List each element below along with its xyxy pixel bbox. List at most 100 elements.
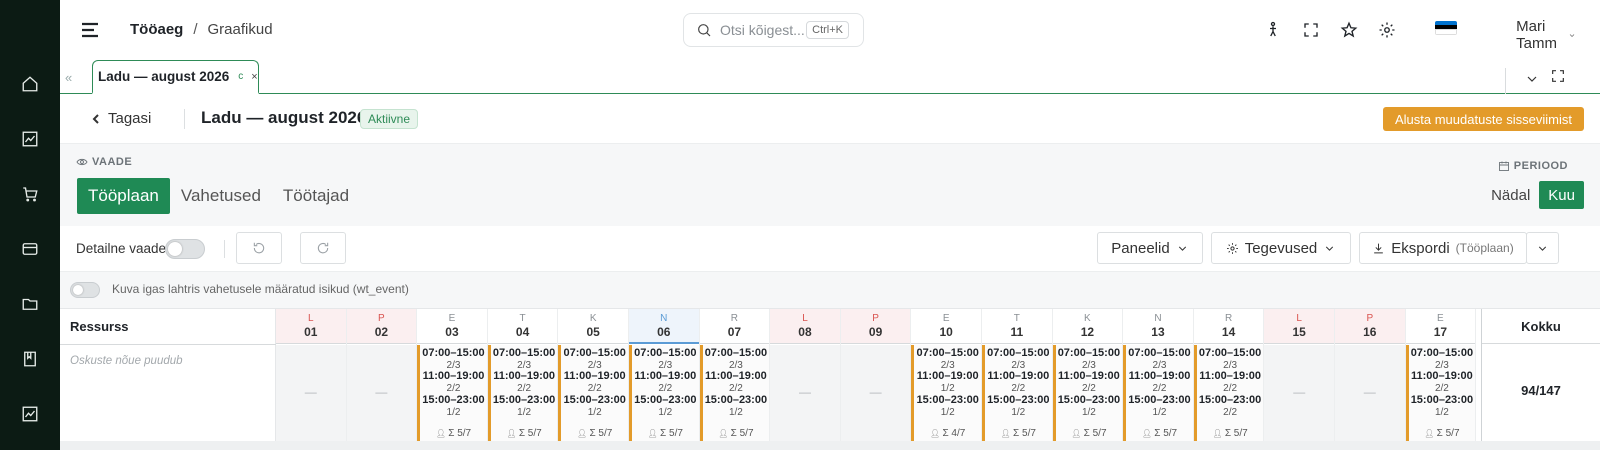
panels-dropdown[interactable]: Paneelid (1097, 232, 1203, 264)
shift-item[interactable]: 11:00–19:00 2/2 (420, 371, 487, 394)
shift-item[interactable]: 11:00–19:00 2/2 (703, 371, 770, 394)
shift-time: 07:00–15:00 (492, 347, 556, 359)
back-button[interactable]: Tagasi (90, 110, 151, 127)
shift-item[interactable]: 07:00–15:00 2/3 (914, 347, 981, 371)
shift-item[interactable]: 11:00–19:00 2/2 (1409, 371, 1476, 394)
chevron-down-icon[interactable] (1524, 71, 1540, 87)
day-cell[interactable]: 07:00–15:00 2/3 11:00–19:00 2/2 15:00–23:00 1… (1052, 345, 1123, 442)
shift-time: 15:00–23:00 (916, 393, 979, 406)
shift-item[interactable]: 11:00–19:00 2/2 (985, 371, 1052, 394)
shift-item[interactable]: 07:00–15:00 2/3 (1409, 347, 1476, 371)
shift-item[interactable]: 07:00–15:00 2/3 (1197, 347, 1264, 371)
day-summary-value: Σ 5/7 (589, 428, 613, 439)
card-icon[interactable] (20, 239, 40, 259)
shift-item[interactable]: 11:00–19:00 2/2 (491, 371, 558, 394)
search-placeholder: Otsi kõigest... (720, 22, 805, 38)
chart-icon[interactable] (20, 129, 40, 149)
undo-button[interactable] (236, 232, 282, 264)
shift-item[interactable]: 11:00–19:00 2/2 (1197, 371, 1264, 394)
user-menu[interactable]: Mari Tamm (1516, 18, 1576, 52)
activities-dropdown[interactable]: Tegevused (1211, 232, 1351, 264)
shift-item[interactable]: 11:00–19:00 2/2 (561, 371, 628, 394)
tab-shifts[interactable]: Vahetused (170, 178, 272, 214)
shift-item[interactable]: 11:00–19:00 2/2 (1056, 371, 1123, 394)
export-options-dropdown[interactable] (1526, 232, 1559, 264)
horizontal-scrollbar[interactable] (60, 441, 1600, 450)
redo-button[interactable] (300, 232, 346, 264)
day-cell[interactable]: 07:00–15:00 2/3 11:00–19:00 2/2 15:00–23:00 1… (487, 345, 558, 442)
fullscreen-icon[interactable] (1300, 18, 1322, 42)
day-column: N 06 07:00–15:00 2/3 11:00–19:00 2/2 15:00–23:… (629, 309, 700, 442)
shift-item[interactable]: 15:00–23:00 1/2 (491, 394, 558, 418)
day-cell[interactable]: 07:00–15:00 2/3 11:00–19:00 2/2 15:00–23:00 2… (1193, 345, 1264, 442)
shift-item[interactable]: 15:00–23:00 1/2 (1126, 394, 1193, 418)
shift-item[interactable]: 15:00–23:00 2/2 (1197, 394, 1264, 418)
book-icon[interactable] (20, 349, 40, 369)
shift-item[interactable]: 15:00–23:00 1/2 (1056, 394, 1123, 418)
shift-item[interactable]: 11:00–19:00 1/2 (914, 371, 981, 394)
shift-item[interactable]: 15:00–23:00 1/2 (703, 394, 770, 418)
breadcrumb-timesheet[interactable]: Tööaeg (130, 21, 183, 38)
shift-item[interactable]: 07:00–15:00 2/3 (985, 347, 1052, 371)
close-icon[interactable]: × (251, 71, 257, 83)
start-editing-button[interactable]: Alusta muudatuste sisseviimist (1382, 107, 1584, 131)
day-number: 08 (798, 325, 812, 339)
shift-item[interactable]: 07:00–15:00 2/3 (491, 347, 558, 371)
chart-icon[interactable] (20, 404, 40, 424)
export-button[interactable]: Ekspordi (Tööplaan) (1359, 232, 1527, 264)
divider (224, 240, 225, 258)
refresh-tab-icon[interactable]: c (238, 71, 243, 82)
language-flag-icon[interactable] (1435, 21, 1457, 35)
shift-item[interactable]: 11:00–19:00 2/2 (1126, 371, 1193, 394)
tab-employees[interactable]: Töötajad (272, 178, 360, 214)
day-cell[interactable]: — (276, 345, 346, 442)
day-cell[interactable]: — (1264, 345, 1334, 442)
gear-icon[interactable] (1376, 18, 1398, 42)
day-cell[interactable]: 07:00–15:00 2/3 11:00–19:00 2/2 15:00–23:00 1… (982, 345, 1052, 442)
panels-label: Paneelid (1111, 239, 1170, 257)
day-number: 03 (445, 325, 459, 339)
day-cell[interactable]: — (346, 345, 417, 442)
shift-item[interactable]: 15:00–23:00 1/2 (420, 394, 487, 418)
day-cell[interactable]: 07:00–15:00 2/3 11:00–19:00 2/2 15:00–23:00 1… (699, 345, 770, 442)
expand-icon[interactable] (1550, 68, 1566, 84)
day-cell[interactable]: — (770, 345, 840, 442)
tab-work-plan[interactable]: Tööplaan (77, 178, 170, 214)
shift-time: 15:00–23:00 (1410, 393, 1474, 406)
home-icon[interactable] (20, 74, 40, 94)
search-input[interactable]: Otsi kõigest... Ctrl+K (683, 13, 864, 47)
collapse-tabs-icon[interactable]: « (65, 70, 72, 85)
day-cell[interactable]: 07:00–15:00 2/3 11:00–19:00 2/2 15:00–23:00 1… (417, 345, 487, 442)
day-cell[interactable]: — (840, 345, 911, 442)
shift-item[interactable]: 07:00–15:00 2/3 (703, 347, 770, 371)
shift-item[interactable]: 15:00–23:00 1/2 (561, 394, 628, 418)
star-icon[interactable] (1338, 18, 1360, 42)
day-cell[interactable]: 07:00–15:00 2/3 11:00–19:00 2/2 15:00–23:00 1… (558, 345, 628, 442)
tab-ladu-august[interactable]: Ladu — august 2026 c × (92, 60, 259, 94)
shift-item[interactable]: 07:00–15:00 2/3 (1126, 347, 1193, 371)
show-persons-toggle[interactable] (70, 282, 100, 298)
accessibility-icon[interactable] (1262, 18, 1284, 42)
shift-item[interactable]: 15:00–23:00 1/2 (632, 394, 699, 418)
day-number: 01 (304, 325, 318, 339)
period-month[interactable]: Kuu (1539, 181, 1584, 209)
shift-item[interactable]: 07:00–15:00 2/3 (1056, 347, 1123, 371)
shift-item[interactable]: 07:00–15:00 2/3 (561, 347, 628, 371)
shift-item[interactable]: 15:00–23:00 1/2 (1409, 393, 1476, 418)
person-icon: 👤︎ (1424, 429, 1437, 438)
detail-view-toggle[interactable] (165, 239, 205, 259)
period-week[interactable]: Nädal (1482, 181, 1539, 209)
cart-icon[interactable] (20, 184, 40, 204)
shift-item[interactable]: 07:00–15:00 2/3 (632, 347, 699, 371)
shift-item[interactable]: 15:00–23:00 1/2 (914, 393, 981, 418)
shift-item[interactable]: 11:00–19:00 2/2 (632, 371, 699, 394)
day-cell[interactable]: — (1335, 345, 1405, 442)
day-cell[interactable]: 07:00–15:00 2/3 11:00–19:00 2/2 15:00–23:00 1… (629, 345, 699, 442)
day-cell[interactable]: 07:00–15:00 2/3 11:00–19:00 1/2 15:00–23:00 1… (911, 345, 981, 442)
day-cell[interactable]: 07:00–15:00 2/3 11:00–19:00 2/2 15:00–23:00 1… (1123, 345, 1193, 442)
folder-icon[interactable] (20, 294, 40, 314)
shift-item[interactable]: 15:00–23:00 1/2 (985, 394, 1052, 418)
day-cell[interactable]: 07:00–15:00 2/3 11:00–19:00 2/2 15:00–23:00 1… (1405, 345, 1476, 442)
menu-toggle-icon[interactable] (80, 20, 100, 40)
shift-item[interactable]: 07:00–15:00 2/3 (420, 347, 487, 371)
